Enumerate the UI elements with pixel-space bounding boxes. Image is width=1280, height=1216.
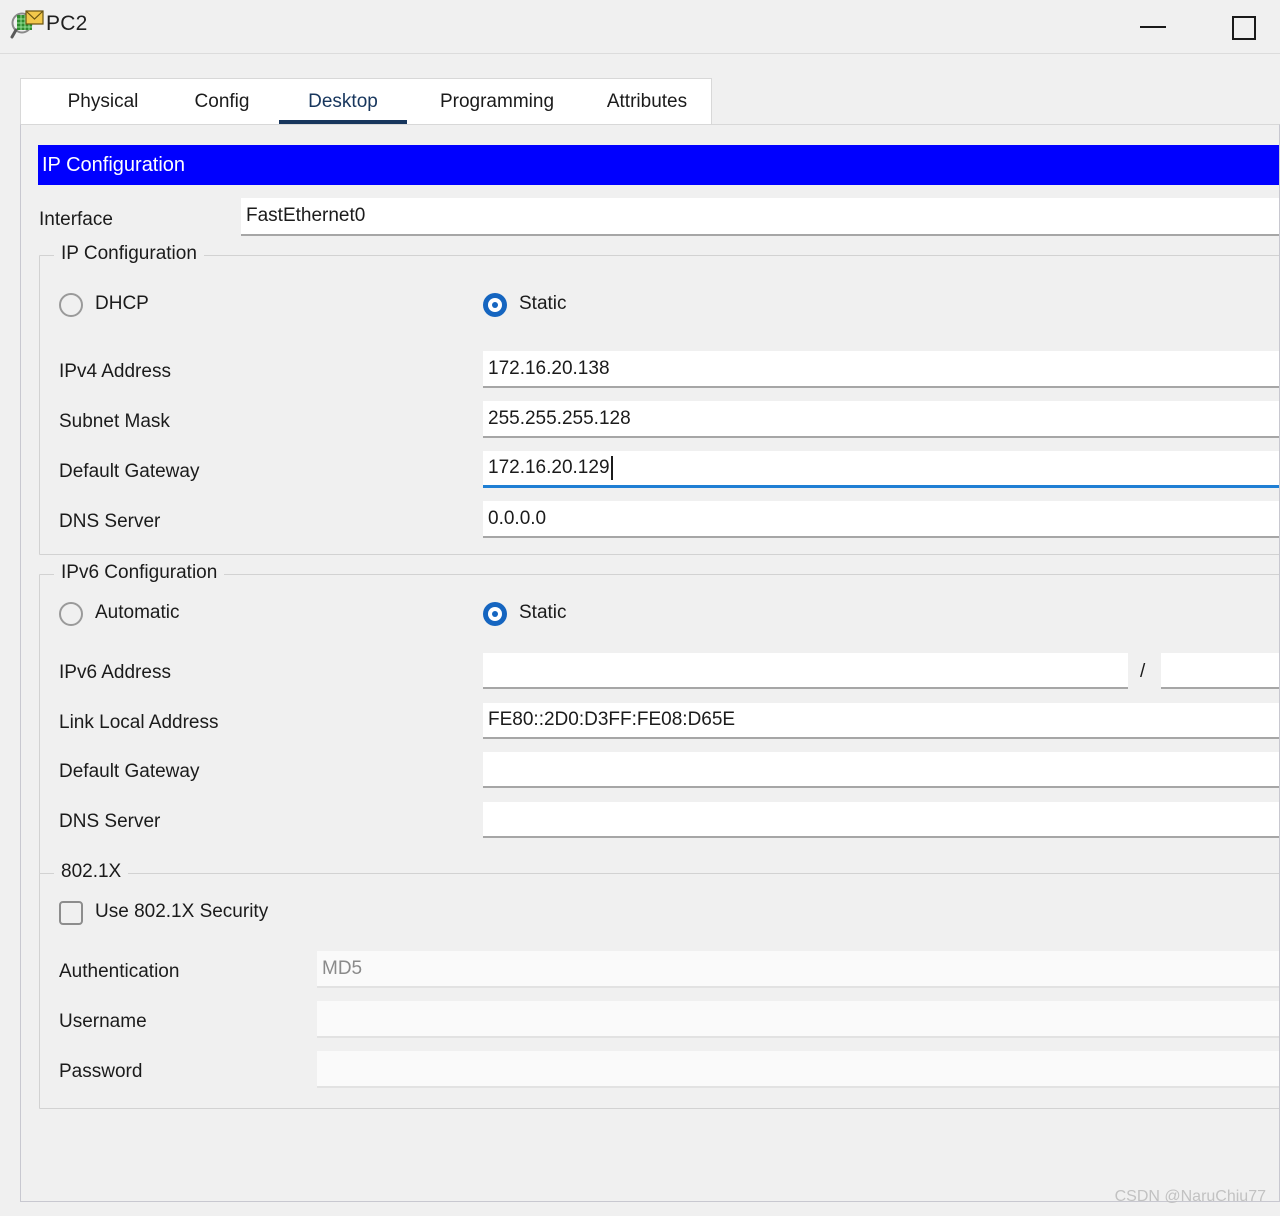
- interface-label: Interface: [39, 209, 113, 231]
- ipv4-dns-server-value: 0.0.0.0: [488, 508, 546, 530]
- packet-tracer-pc-icon: [10, 8, 44, 42]
- ipv4-default-gateway-input[interactable]: 172.16.20.129: [483, 451, 1280, 488]
- tab-desktop-label: Desktop: [308, 91, 378, 113]
- ipv6-default-gateway-input[interactable]: [483, 752, 1280, 788]
- radio-static-ipv4-label: Static: [519, 293, 567, 315]
- tab-programming[interactable]: Programming: [411, 79, 583, 125]
- username-label: Username: [59, 1011, 147, 1033]
- password-label: Password: [59, 1061, 142, 1083]
- tab-physical-label: Physical: [68, 91, 139, 113]
- interface-value: FastEthernet0: [246, 205, 365, 227]
- use-dot1x-security-label: Use 802.1X Security: [95, 901, 268, 923]
- minimize-icon: [1140, 26, 1166, 28]
- password-input[interactable]: [317, 1051, 1280, 1088]
- ipv4-address-input[interactable]: 172.16.20.138: [483, 351, 1280, 388]
- link-local-address-input[interactable]: FE80::2D0:D3FF:FE08:D65E: [483, 703, 1280, 739]
- ipv4-default-gateway-value: 172.16.20.129: [488, 457, 610, 479]
- username-input[interactable]: [317, 1001, 1280, 1038]
- authentication-select[interactable]: MD5: [317, 951, 1280, 988]
- title-bar: PC2: [0, 0, 1280, 54]
- tab-config-label: Config: [195, 91, 250, 113]
- radio-dhcp[interactable]: [59, 293, 83, 317]
- ipv4-dns-server-label: DNS Server: [59, 511, 160, 533]
- ip-configuration-header-bar: IP Configuration: [38, 145, 1280, 185]
- ipv6-dns-server-label: DNS Server: [59, 811, 160, 833]
- text-caret: [611, 456, 613, 480]
- maximize-icon: [1232, 16, 1256, 40]
- pc2-configuration-window: PC2 Physical Config Desktop Programming …: [0, 0, 1280, 1216]
- subnet-mask-input[interactable]: 255.255.255.128: [483, 401, 1280, 438]
- authentication-label: Authentication: [59, 961, 179, 983]
- tab-bar: Physical Config Desktop Programming Attr…: [20, 78, 712, 125]
- use-dot1x-security-checkbox[interactable]: [59, 901, 83, 925]
- ipv6-configuration-group-title: IPv6 Configuration: [54, 562, 224, 584]
- radio-dhcp-label: DHCP: [95, 293, 149, 315]
- tab-attributes-label: Attributes: [607, 91, 687, 113]
- ipv4-default-gateway-label: Default Gateway: [59, 461, 199, 483]
- ipv6-address-input[interactable]: [483, 653, 1128, 689]
- link-local-address-value: FE80::2D0:D3FF:FE08:D65E: [488, 709, 735, 731]
- ipv6-dns-server-input[interactable]: [483, 802, 1280, 838]
- interface-input[interactable]: FastEthernet0: [241, 198, 1280, 236]
- tab-physical[interactable]: Physical: [47, 79, 159, 125]
- ipv6-prefix-separator: /: [1140, 661, 1145, 683]
- tab-desktop[interactable]: Desktop: [279, 79, 407, 125]
- ipv6-prefix-length-input[interactable]: [1161, 653, 1280, 689]
- ipv6-default-gateway-label: Default Gateway: [59, 761, 199, 783]
- ipv4-address-label: IPv4 Address: [59, 361, 171, 383]
- watermark: CSDN @NaruChiu77: [1115, 1188, 1266, 1206]
- maximize-button[interactable]: [1213, 0, 1273, 52]
- radio-static-ipv4[interactable]: [483, 293, 507, 317]
- radio-automatic[interactable]: [59, 602, 83, 626]
- radio-static-ipv6[interactable]: [483, 602, 507, 626]
- ipv4-address-value: 172.16.20.138: [488, 358, 610, 380]
- link-local-address-label: Link Local Address: [59, 712, 219, 734]
- radio-static-ipv6-label: Static: [519, 602, 567, 624]
- window-title: PC2: [46, 12, 87, 36]
- subnet-mask-value: 255.255.255.128: [488, 408, 631, 430]
- ip-configuration-header-label: IP Configuration: [42, 154, 185, 177]
- ipv4-configuration-group-title: IP Configuration: [54, 243, 204, 265]
- subnet-mask-label: Subnet Mask: [59, 411, 170, 433]
- authentication-value: MD5: [322, 958, 362, 980]
- dot1x-group-title: 802.1X: [54, 861, 128, 883]
- tab-config[interactable]: Config: [173, 79, 271, 125]
- tab-programming-label: Programming: [440, 91, 554, 113]
- radio-automatic-label: Automatic: [95, 602, 179, 624]
- tab-attributes[interactable]: Attributes: [585, 79, 709, 125]
- ipv6-address-label: IPv6 Address: [59, 662, 171, 684]
- desktop-ip-configuration-panel: IP Configuration Interface FastEthernet0…: [20, 124, 1280, 1202]
- minimize-button[interactable]: [1123, 0, 1183, 52]
- ipv4-dns-server-input[interactable]: 0.0.0.0: [483, 501, 1280, 538]
